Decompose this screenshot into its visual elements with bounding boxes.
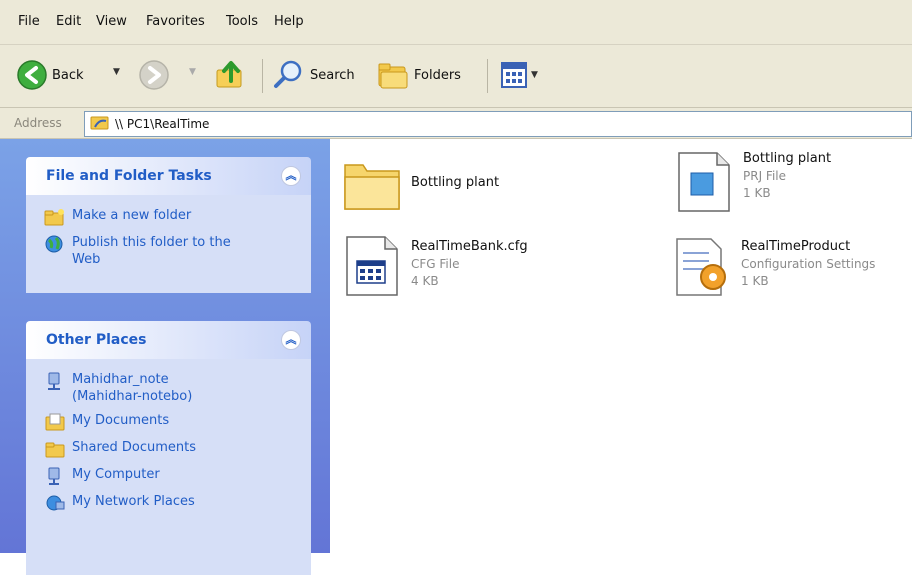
other-places-body: Mahidhar_note (Mahidhar-notebo) My Docum… [26, 359, 311, 575]
collapse-chevron-icon[interactable]: ︽ [281, 166, 301, 186]
file-type: PRJ File [743, 169, 787, 183]
menu-tools[interactable]: Tools [226, 14, 258, 29]
search-label: Search [310, 67, 355, 83]
make-new-folder-link[interactable]: Make a new folder [44, 207, 301, 227]
address-path: \\ PC1\RealTime [115, 117, 210, 131]
shared-documents-label: Shared Documents [72, 440, 197, 455]
panel-title: File and Folder Tasks [46, 168, 212, 184]
publish-folder-web-label: Publish this folder to the Web [72, 235, 231, 267]
shared-documents-link[interactable]: Shared Documents [44, 439, 301, 459]
my-documents-icon [45, 413, 65, 431]
my-computer-label: My Computer [72, 467, 160, 482]
back-dropdown-icon[interactable]: ▼ [113, 67, 120, 77]
cfg-file-icon [346, 236, 398, 296]
file-item[interactable]: RealTimeBank.cfg CFG File 4 KB [339, 233, 528, 299]
up-folder-button[interactable] [214, 57, 248, 91]
network-folder-icon [90, 116, 109, 130]
file-name: RealTimeBank.cfg [411, 239, 528, 254]
folders-button[interactable]: Folders [376, 58, 461, 92]
collapse-chevron-icon[interactable]: ︽ [281, 330, 301, 350]
address-input[interactable]: \\ PC1\RealTime [84, 111, 912, 137]
views-dropdown-icon: ▼ [531, 70, 538, 80]
my-computer-link[interactable]: My Computer [44, 466, 301, 486]
file-type: CFG File [411, 257, 460, 271]
file-name: RealTimeProduct [741, 239, 851, 254]
other-places-header[interactable]: Other Places ︽ [26, 321, 311, 359]
forward-button[interactable] [138, 59, 170, 91]
folder-icon [344, 164, 400, 210]
menu-file[interactable]: File [18, 14, 40, 29]
menu-view[interactable]: View [96, 14, 127, 29]
file-list-pane: Bottling plant Bottling plant PRJ File 1… [331, 139, 912, 553]
my-documents-link[interactable]: My Documents [44, 412, 301, 432]
my-network-places-link[interactable]: My Network Places [44, 493, 301, 513]
file-size: 1 KB [743, 186, 771, 200]
file-name: Bottling plant [743, 151, 832, 166]
menu-favorites[interactable]: Favorites [146, 14, 205, 29]
prj-file-icon [678, 152, 730, 212]
file-item[interactable]: Bottling plant PRJ File 1 KB [671, 149, 831, 215]
file-folder-tasks-panel: File and Folder Tasks ︽ Make a new folde… [26, 157, 311, 293]
file-item[interactable]: Bottling plant [339, 151, 499, 217]
menu-bar: File Edit View Favorites Tools Help [0, 0, 912, 45]
file-size: 4 KB [411, 274, 439, 288]
publish-folder-web-link[interactable]: Publish this folder to the Web [44, 234, 301, 268]
task-pane: File and Folder Tasks ︽ Make a new folde… [0, 139, 330, 575]
network-places-icon [46, 495, 65, 511]
config-settings-icon [676, 238, 726, 296]
search-icon [274, 60, 302, 88]
folders-label: Folders [414, 67, 461, 83]
views-icon [501, 62, 527, 88]
address-label: Address [14, 116, 62, 130]
globe-icon [45, 235, 63, 253]
panel-title: Other Places [46, 332, 147, 348]
folders-icon [378, 63, 408, 89]
back-button[interactable]: Back [16, 59, 84, 91]
address-bar: Address \\ PC1\RealTime [0, 108, 912, 139]
mahidhar-note-label: Mahidhar_note (Mahidhar-notebo) [72, 372, 193, 404]
my-network-places-label: My Network Places [72, 494, 195, 509]
back-arrow-icon [17, 60, 47, 90]
search-button[interactable]: Search [272, 58, 355, 92]
file-size: 1 KB [741, 274, 769, 288]
file-name: Bottling plant [411, 175, 500, 190]
forward-arrow-icon [139, 60, 169, 90]
other-places-panel: Other Places ︽ Mahidhar_note (Mahidhar-n… [26, 321, 311, 575]
menu-edit[interactable]: Edit [56, 14, 81, 29]
back-label: Back [52, 67, 84, 83]
up-folder-icon [216, 61, 242, 88]
my-computer-icon [48, 467, 60, 485]
toolbar: Back ▼ ▼ Search Folders ▼ [0, 45, 912, 108]
toolbar-separator [487, 59, 488, 93]
file-folder-tasks-header[interactable]: File and Folder Tasks ︽ [26, 157, 311, 195]
menu-help[interactable]: Help [274, 14, 304, 29]
toolbar-separator [262, 59, 263, 93]
new-folder-icon [44, 209, 64, 226]
file-type: Configuration Settings [741, 257, 876, 271]
file-folder-tasks-body: Make a new folder Publish this folder to… [26, 195, 311, 293]
file-item[interactable]: RealTimeProduct Configuration Settings 1… [669, 233, 875, 299]
forward-dropdown-icon[interactable]: ▼ [189, 67, 196, 77]
views-button[interactable]: ▼ [500, 61, 538, 89]
mahidhar-note-link[interactable]: Mahidhar_note (Mahidhar-notebo) [44, 371, 301, 405]
shared-documents-icon [45, 442, 65, 458]
my-documents-label: My Documents [72, 413, 170, 428]
network-computer-icon [48, 372, 60, 390]
make-new-folder-label: Make a new folder [72, 208, 192, 223]
